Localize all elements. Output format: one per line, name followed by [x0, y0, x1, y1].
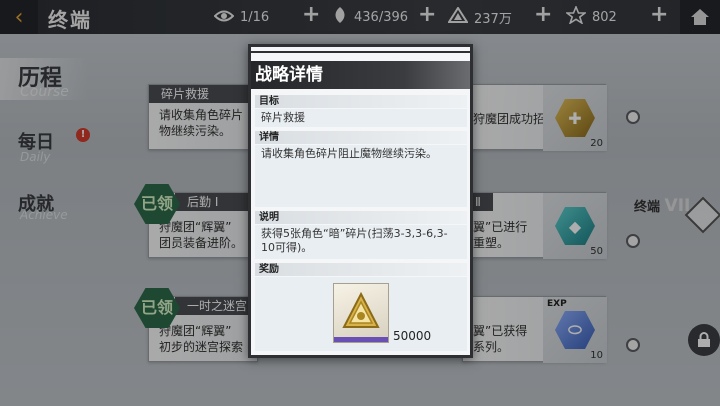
detail-value: 请收集角色碎片阻止魔物继续污染。	[255, 145, 467, 207]
note-value: 获得5张角色“暗”碎片(扫荡3-3,3-6,3-10可得)。	[255, 225, 467, 259]
goal-label: 目标	[255, 95, 467, 108]
reward-item[interactable]	[333, 283, 389, 343]
strategy-detail-dialog: 战略详情 目标 碎片救援 详情 请收集角色碎片阻止魔物继续污染。 说明 获得5张…	[248, 44, 473, 358]
goal-value: 碎片救援	[255, 109, 467, 127]
reward-count: 50000	[393, 329, 432, 343]
divider	[251, 51, 470, 53]
rarity-bar	[334, 337, 388, 342]
note-label: 说明	[255, 211, 467, 224]
reward-panel: 50000	[255, 277, 467, 351]
detail-label: 详情	[255, 131, 467, 144]
dialog-title: 战略详情	[251, 61, 470, 89]
reward-label: 奖励	[255, 263, 467, 276]
emblem-icon	[341, 291, 381, 335]
